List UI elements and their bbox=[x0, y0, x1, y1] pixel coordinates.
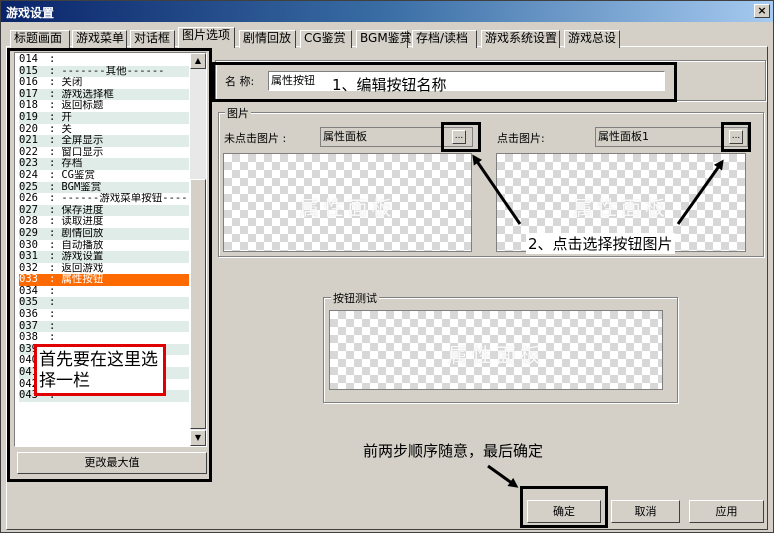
cancel-button[interactable]: 取消 bbox=[611, 500, 680, 523]
apply-button[interactable]: 应用 bbox=[689, 500, 764, 523]
tab-image-options[interactable]: 图片选项 bbox=[178, 27, 235, 48]
arrow-to-clicked-browse bbox=[676, 159, 724, 225]
arrow-to-unclicked-browse bbox=[472, 154, 522, 225]
arrow-to-ok bbox=[487, 464, 519, 488]
annotation-arrows bbox=[472, 154, 724, 488]
ok-highlight-box bbox=[520, 486, 608, 528]
